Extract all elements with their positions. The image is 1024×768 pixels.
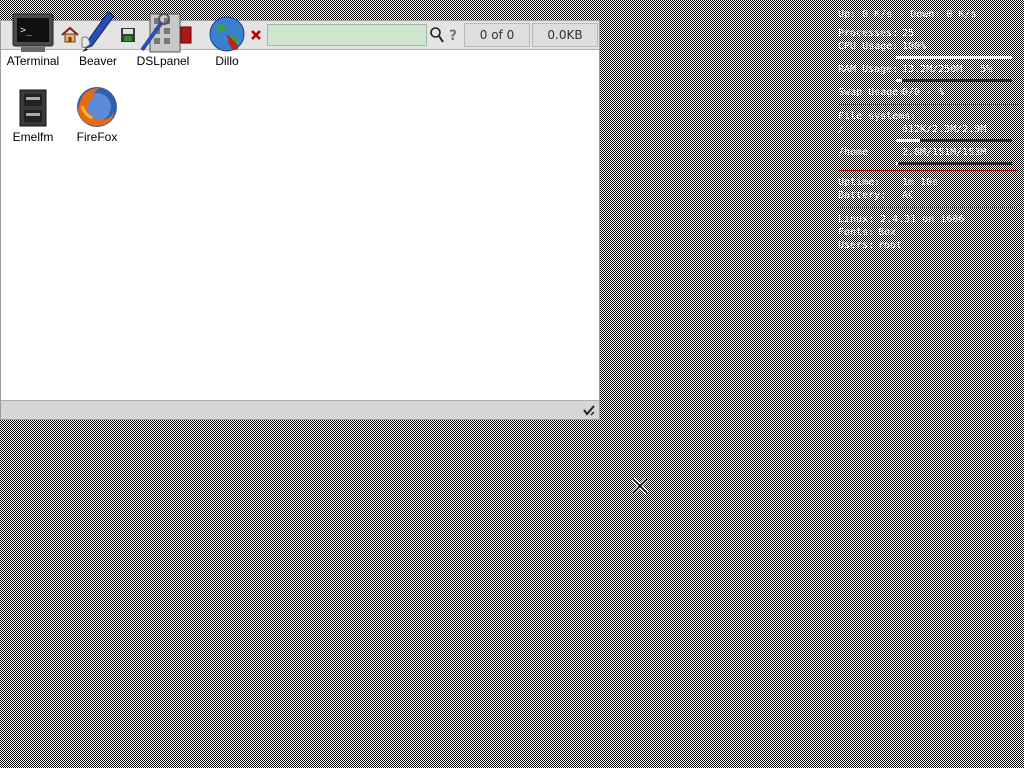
fs-home-label: /home xyxy=(838,147,869,158)
desktop-icon-label: Dillo xyxy=(195,54,259,68)
file-manager-icon xyxy=(19,89,47,127)
users-label: Users: xyxy=(838,240,875,251)
desktop-icon-label: FireFox xyxy=(65,130,129,144)
users-value: root xyxy=(878,240,903,251)
svg-text:?: ? xyxy=(449,28,457,43)
battery-value: AC xyxy=(902,190,915,201)
fs-home-bar xyxy=(896,162,1012,165)
resize-icon xyxy=(583,405,595,416)
desktop-icon-label: DSLpanel xyxy=(131,54,195,68)
fonts-value: Box xyxy=(878,227,897,238)
help-button[interactable]: ? xyxy=(446,24,462,46)
desktop-icon-label: Emelfm xyxy=(1,130,65,144)
resize-grip[interactable] xyxy=(581,402,597,418)
system-monitor: Up: 0 K/s - Down: 0 K/s Processes: 25 CP… xyxy=(838,8,1018,252)
desktop-icon-dillo[interactable]: Dillo xyxy=(195,8,259,68)
processes-label: Processes: xyxy=(838,28,899,39)
uptime-label: Uptime: xyxy=(838,177,881,188)
ram-bar xyxy=(896,79,1012,82)
search-icon xyxy=(430,27,444,43)
cpu-label: CPU Usage: xyxy=(838,41,899,52)
status-bar xyxy=(1,400,599,419)
help-icon: ? xyxy=(449,28,457,43)
network-speed: Up: 0 K/s - Down: 0 K/s xyxy=(838,9,977,20)
text-editor-icon xyxy=(81,11,115,52)
processes-value: 25 xyxy=(902,28,915,39)
bytes-loaded: 0.0KB xyxy=(532,23,598,47)
fs-root-value: 612K/2.3M/2.9M xyxy=(902,124,987,135)
cpu-value: 100% xyxy=(902,41,927,52)
fs-root-bar xyxy=(896,139,1012,142)
globe-icon xyxy=(209,16,245,52)
desktop-icon-label: Beaver xyxy=(66,54,130,68)
swap-label: Swap Usage: xyxy=(838,87,905,98)
desktop-icon-label: ATerminal xyxy=(1,54,65,68)
desktop-icon-dslpanel[interactable]: DSLpanel xyxy=(131,8,195,68)
control-panel-icon xyxy=(140,13,181,53)
fs-home-value: 2.8M/151M/153M xyxy=(902,147,987,158)
fs-root-label: / xyxy=(838,124,845,135)
filesystems-header: File systems: xyxy=(838,111,917,122)
desktop-icon-emelfm[interactable]: Emelfm xyxy=(1,84,65,144)
firefox-icon xyxy=(77,87,117,127)
cpu-bar xyxy=(896,56,1012,59)
x-cursor-icon xyxy=(631,477,649,495)
svg-text:>_: >_ xyxy=(20,25,33,36)
fonts-label: Fonts: xyxy=(838,227,875,238)
desktop-icon-beaver[interactable]: Beaver xyxy=(66,8,130,68)
dillo-browser-window: ? 0 of 0 0.0KB xyxy=(0,20,600,420)
desktop-icon-aterminal[interactable]: >_ ATerminal xyxy=(1,8,65,68)
ram-label: RAM Usage: xyxy=(838,64,899,75)
url-input[interactable] xyxy=(267,24,427,46)
page-counter: 0 of 0 xyxy=(464,23,530,47)
swap-value: 0/0 - % xyxy=(902,87,945,98)
battery-label: Battery: xyxy=(838,190,887,201)
search-button[interactable] xyxy=(428,24,446,46)
terminal-icon: >_ xyxy=(12,13,54,52)
desktop-icon-firefox[interactable]: FireFox xyxy=(65,84,129,144)
kernel-info: Linux: 2.4.31 on i686 xyxy=(838,214,965,225)
uptime-value: 1m 10s xyxy=(902,177,939,188)
ram-value: 13.2M/250M - 5% xyxy=(902,64,993,75)
